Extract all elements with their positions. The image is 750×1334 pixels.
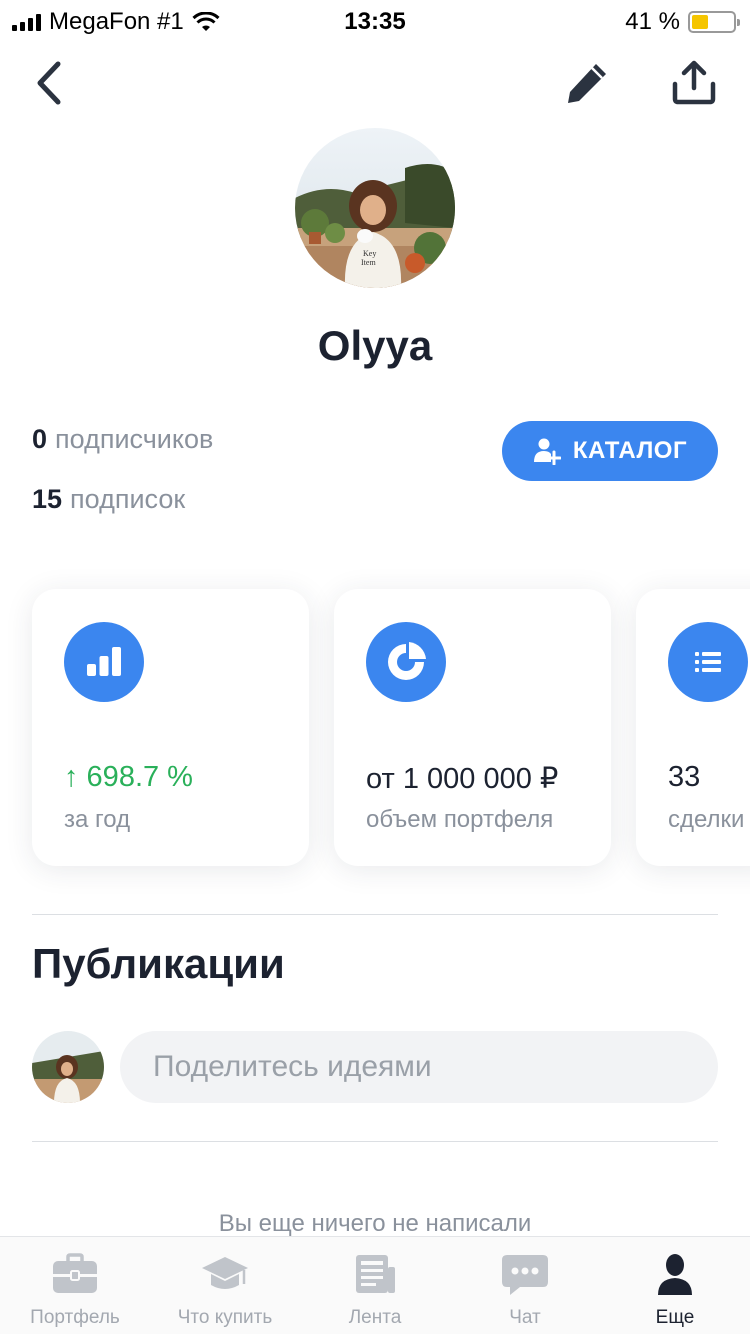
- pie-chart-icon: [366, 622, 446, 702]
- tab-label: Чат: [509, 1307, 541, 1328]
- followers-count[interactable]: 0 подписчиков: [32, 424, 213, 455]
- tab-label: Лента: [348, 1307, 402, 1328]
- followers-label: подписчиков: [55, 424, 214, 454]
- stat-card-deals[interactable]: 33 сделки: [636, 589, 750, 866]
- status-right: 41 %: [625, 8, 740, 36]
- publications-title: Публикации: [32, 940, 285, 987]
- composer-avatar: [32, 1031, 104, 1103]
- empty-publications-text: Вы еще ничего не написали: [218, 1210, 532, 1237]
- stat-value-yield: ↑ 698.7 %: [64, 761, 193, 793]
- following-count[interactable]: 15 подписок: [32, 484, 185, 515]
- tab-feed[interactable]: Лента: [300, 1237, 450, 1334]
- tab-bar: Портфель Что купить Лента Чат Еще: [0, 1236, 750, 1334]
- list-icon: [668, 622, 748, 702]
- tab-label: Портфель: [30, 1307, 120, 1328]
- profile-name: Olyya: [317, 322, 433, 369]
- stat-card-yield[interactable]: ↑ 698.7 % за год: [32, 589, 309, 866]
- battery-level: [692, 15, 709, 29]
- person-icon: [658, 1254, 692, 1295]
- tab-label: Еще: [655, 1307, 695, 1328]
- svg-text:Item: Item: [361, 258, 376, 267]
- catalog-button-label: КАТАЛОГ: [572, 437, 688, 464]
- newspaper-icon: [356, 1255, 395, 1293]
- bar-chart-icon: [64, 622, 144, 702]
- back-button[interactable]: [30, 58, 70, 108]
- tab-portfolio[interactable]: Портфель: [0, 1237, 150, 1334]
- tab-more[interactable]: Еще: [600, 1237, 750, 1334]
- tab-chat[interactable]: Чат: [450, 1237, 600, 1334]
- chevron-left-icon: [37, 61, 61, 105]
- graduation-cap-icon: [202, 1257, 248, 1289]
- divider: [32, 1141, 718, 1142]
- stat-label-portfolio: объем портфеля: [366, 806, 554, 833]
- stat-value-portfolio: от 1 000 000 ₽: [366, 763, 559, 795]
- stat-label-deals: сделки: [668, 806, 745, 833]
- following-label: подписок: [70, 484, 186, 514]
- stat-value-deals: 33: [668, 761, 701, 793]
- catalog-button[interactable]: КАТАЛОГ: [502, 421, 718, 481]
- followers-number: 0: [32, 424, 48, 454]
- avatar: Key Item: [295, 128, 455, 288]
- pencil-icon: [568, 64, 606, 103]
- battery-icon: [688, 11, 740, 33]
- tab-label: Что купить: [177, 1307, 273, 1328]
- stat-label-yield: за год: [64, 806, 131, 833]
- chat-bubble-icon: [502, 1255, 548, 1295]
- svg-text:Key: Key: [363, 249, 376, 258]
- briefcase-icon: [53, 1253, 97, 1293]
- tab-what-to-buy[interactable]: Что купить: [150, 1237, 300, 1334]
- following-number: 15: [32, 484, 63, 514]
- battery-percent: 41 %: [625, 8, 680, 35]
- share-ideas-input[interactable]: [120, 1031, 718, 1103]
- divider: [32, 914, 718, 915]
- edit-profile-button[interactable]: [562, 60, 612, 106]
- add-user-icon: [533, 438, 561, 465]
- share-button[interactable]: [668, 60, 720, 106]
- share-icon: [672, 60, 716, 105]
- status-bar: MegaFon #1 13:35 41 %: [0, 0, 750, 40]
- stat-card-portfolio[interactable]: от 1 000 000 ₽ объем портфеля: [334, 589, 611, 866]
